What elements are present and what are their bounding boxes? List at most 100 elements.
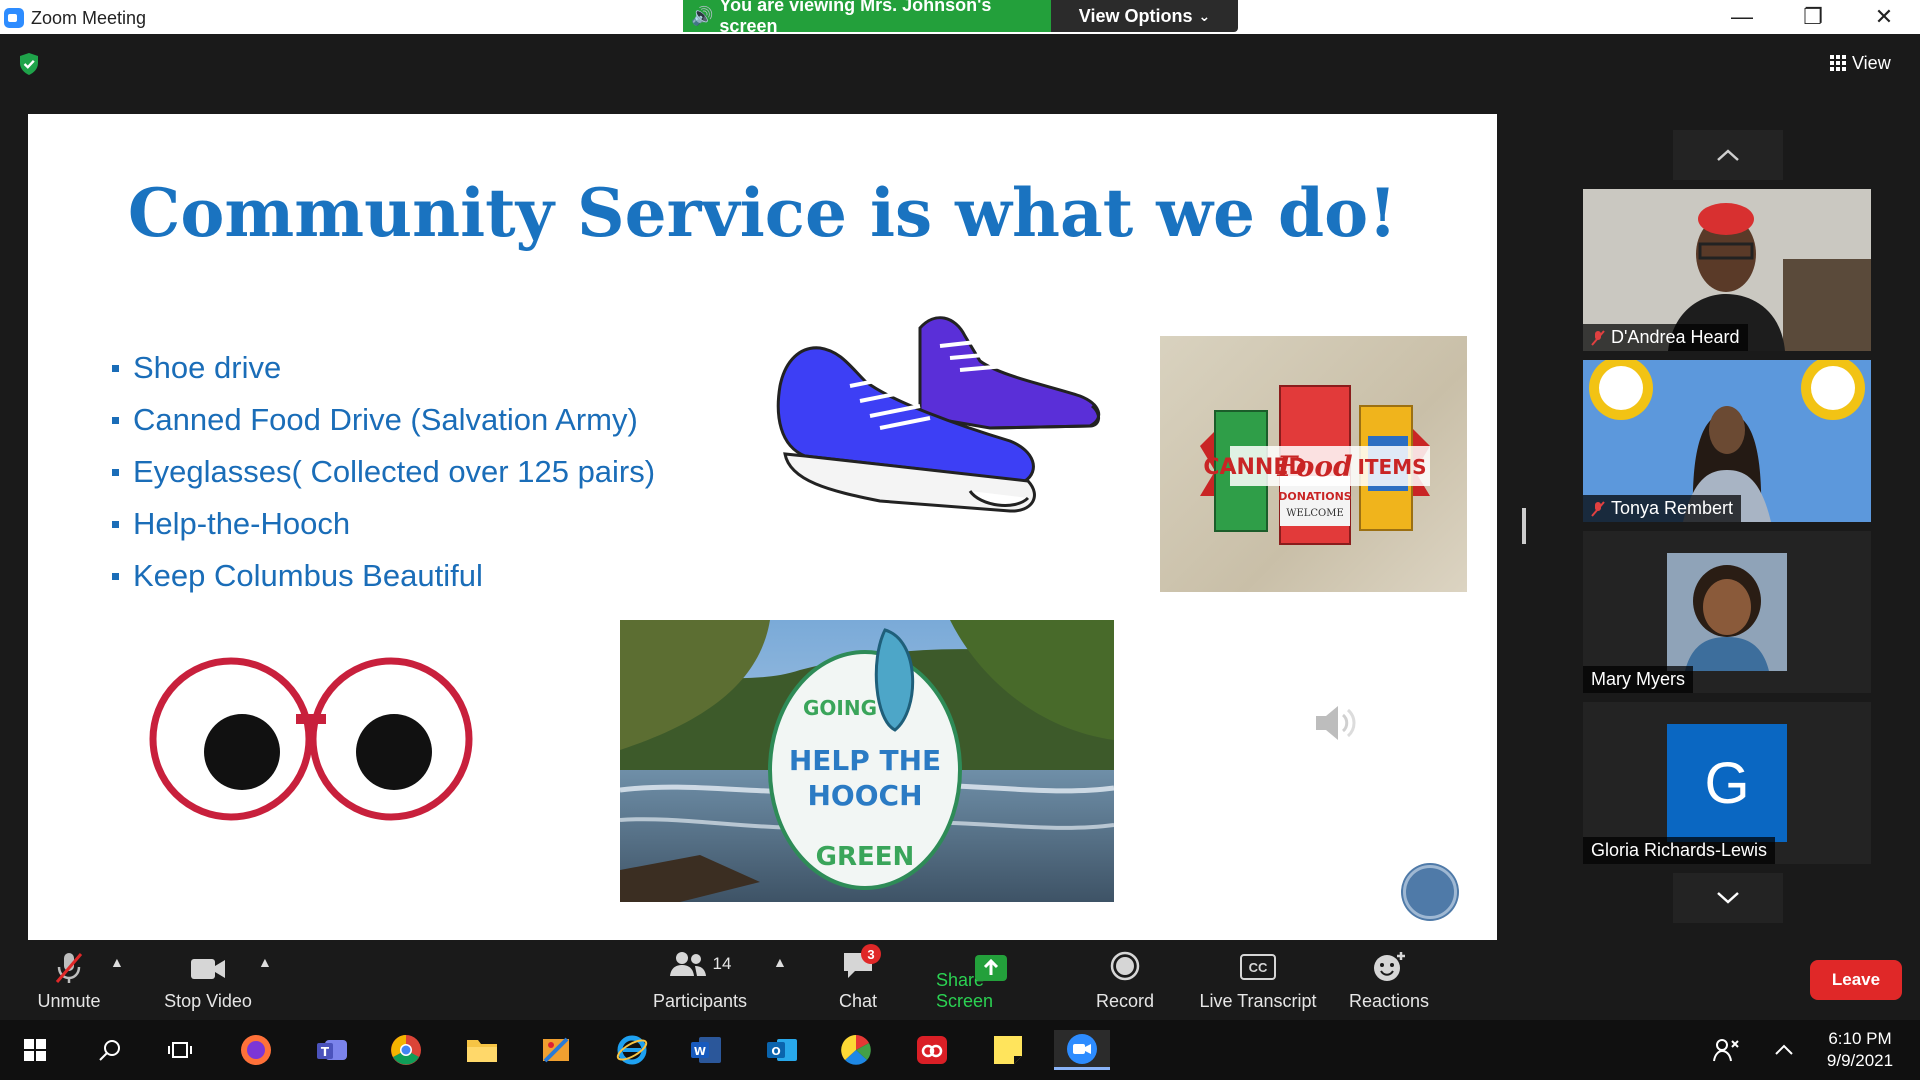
hooch-word-middle2: HOOCH (807, 779, 922, 812)
chevron-up-icon (1717, 149, 1739, 161)
canned-food-image: CANNED Food ITEMS DONATIONS WELCOME (1160, 336, 1467, 592)
svg-text:O: O (771, 1045, 780, 1058)
minimize-icon: — (1731, 4, 1753, 29)
taskbar-creative-cloud[interactable] (912, 1030, 952, 1070)
unmute-button[interactable]: Unmute (26, 940, 112, 1020)
live-transcript-label: Live Transcript (1199, 991, 1317, 1011)
bullet-text: Keep Columbus Beautiful (133, 558, 483, 593)
participant-tile[interactable]: G Gloria Richards-Lewis (1583, 702, 1871, 864)
chevron-down-icon (1717, 892, 1739, 904)
taskbar-internet-explorer[interactable] (612, 1030, 652, 1070)
gallery-scroll-up-button[interactable] (1673, 130, 1783, 180)
outlook-icon: O (767, 1039, 797, 1061)
participant-name: D'Andrea Heard (1611, 327, 1740, 347)
taskbar-zoom[interactable] (1054, 1030, 1110, 1070)
view-options-button[interactable]: View Options ⌄ (1051, 0, 1238, 32)
participant-tile[interactable]: D'Andrea Heard (1583, 189, 1871, 351)
windows-taskbar: T W O 6:10 PM 9/9/2021 (0, 1020, 1920, 1080)
video-options-caret[interactable]: ▲ (258, 954, 272, 970)
task-view-icon (168, 1042, 192, 1058)
hooch-word-top: GOING (803, 696, 877, 720)
hooch-word-bottom: GREEN (816, 842, 915, 872)
canned-word-3: ITEMS (1357, 455, 1426, 479)
unmute-label: Unmute (37, 991, 101, 1011)
gallery-scroll-down-button[interactable] (1673, 873, 1783, 923)
canned-word-4: DONATIONS (1278, 490, 1352, 503)
canned-word-5: WELCOME (1286, 508, 1344, 519)
participant-initial-avatar: G (1667, 724, 1787, 842)
leave-meeting-button[interactable]: Leave (1810, 960, 1902, 1000)
view-layout-button[interactable]: View (1830, 48, 1906, 78)
record-label: Record (1095, 991, 1155, 1011)
pinwheel-icon (841, 1035, 871, 1065)
audio-speaker-icon[interactable] (1312, 700, 1362, 746)
share-screen-button[interactable]: Share Screen (936, 940, 1046, 1020)
taskbar-chrome[interactable] (386, 1030, 426, 1070)
restore-button[interactable]: ❐ (1783, 0, 1843, 34)
zoom-icon (1067, 1033, 1097, 1064)
stop-video-button[interactable]: Stop Video (160, 940, 256, 1020)
teams-icon: T (317, 1040, 347, 1060)
windows-start-button[interactable] (15, 1030, 55, 1070)
bullet-text: Canned Food Drive (Salvation Army) (133, 402, 638, 437)
meeting-toolbar: Unmute ▲ Stop Video ▲ 14 Participants ▲ … (0, 940, 1920, 1020)
gallery-resize-handle[interactable] (1522, 508, 1526, 544)
taskbar-photos-app[interactable] (836, 1030, 876, 1070)
minimize-button[interactable]: — (1712, 0, 1772, 34)
show-hidden-icons-button[interactable] (1764, 1030, 1804, 1070)
screen-share-banner: 🔊 You are viewing Mrs. Johnson's screen (683, 0, 1051, 36)
record-button[interactable]: Record (1092, 940, 1158, 1020)
participant-tile[interactable]: Tonya Rembert (1583, 360, 1871, 522)
clock-date: 9/9/2021 (1826, 1051, 1894, 1070)
paint-icon (543, 1037, 569, 1063)
muted-microphone-icon (55, 953, 83, 983)
chrome-icon (391, 1035, 421, 1065)
taskbar-file-explorer[interactable] (462, 1030, 502, 1070)
participants-count: 14 (712, 954, 732, 973)
participant-name-tag: D'Andrea Heard (1583, 324, 1748, 351)
taskbar-outlook[interactable]: O (762, 1030, 802, 1070)
chevron-down-icon: ⌄ (1198, 7, 1211, 24)
word-icon: W (691, 1037, 721, 1063)
taskbar-word[interactable]: W (686, 1030, 726, 1070)
participant-tile[interactable]: Mary Myers (1583, 531, 1871, 693)
window-title: Zoom Meeting (31, 8, 147, 28)
bullet-text: Eyeglasses( Collected over 125 pairs) (133, 454, 656, 489)
task-view-button[interactable] (160, 1030, 200, 1070)
reactions-button[interactable]: Reactions (1348, 940, 1430, 1020)
taskbar-sticky-notes[interactable] (988, 1030, 1028, 1070)
zoom-app-icon (4, 8, 24, 28)
internet-explorer-icon (616, 1035, 648, 1065)
chat-icon-wrap: 3 (841, 944, 881, 985)
taskbar-clock[interactable]: 6:10 PM 9/9/2021 (1812, 1028, 1908, 1072)
stop-video-label: Stop Video (164, 991, 252, 1011)
audio-options-caret[interactable]: ▲ (110, 954, 124, 970)
encryption-shield-icon[interactable] (18, 52, 40, 76)
bullet-text: Shoe drive (133, 350, 282, 385)
taskbar-people-button[interactable] (1706, 1030, 1746, 1070)
list-item: Canned Food Drive (Salvation Army) (112, 394, 655, 446)
participants-icon-group: 14 (669, 950, 732, 978)
live-transcript-button[interactable]: CC Live Transcript (1196, 940, 1320, 1020)
taskbar-paint-app[interactable] (536, 1030, 576, 1070)
chat-button[interactable]: 3 Chat (832, 940, 884, 1020)
hooch-word-middle1: HELP THE (789, 744, 941, 777)
list-item: Keep Columbus Beautiful (112, 550, 655, 602)
close-button[interactable]: ✕ (1854, 0, 1914, 34)
taskbar-search-button[interactable] (90, 1030, 130, 1070)
taskbar-teams[interactable]: T (312, 1030, 352, 1070)
firefox-icon (241, 1035, 271, 1065)
participants-options-caret[interactable]: ▲ (773, 954, 787, 970)
participants-button[interactable]: 14 Participants (648, 940, 752, 1020)
chat-unread-badge: 3 (861, 944, 881, 964)
participant-name: Tonya Rembert (1611, 498, 1734, 518)
taskbar-firefox[interactable] (236, 1030, 276, 1070)
svg-text:W: W (694, 1045, 706, 1058)
search-icon (99, 1040, 120, 1061)
slide-annotation-circle[interactable] (1403, 865, 1457, 919)
shared-screen-slide: Community Service is what we do! Shoe dr… (28, 114, 1497, 940)
emoji-add-icon (1374, 952, 1405, 981)
participants-label: Participants (652, 991, 748, 1011)
view-options-label: View Options (1078, 5, 1193, 26)
muted-mic-icon (1591, 500, 1605, 517)
